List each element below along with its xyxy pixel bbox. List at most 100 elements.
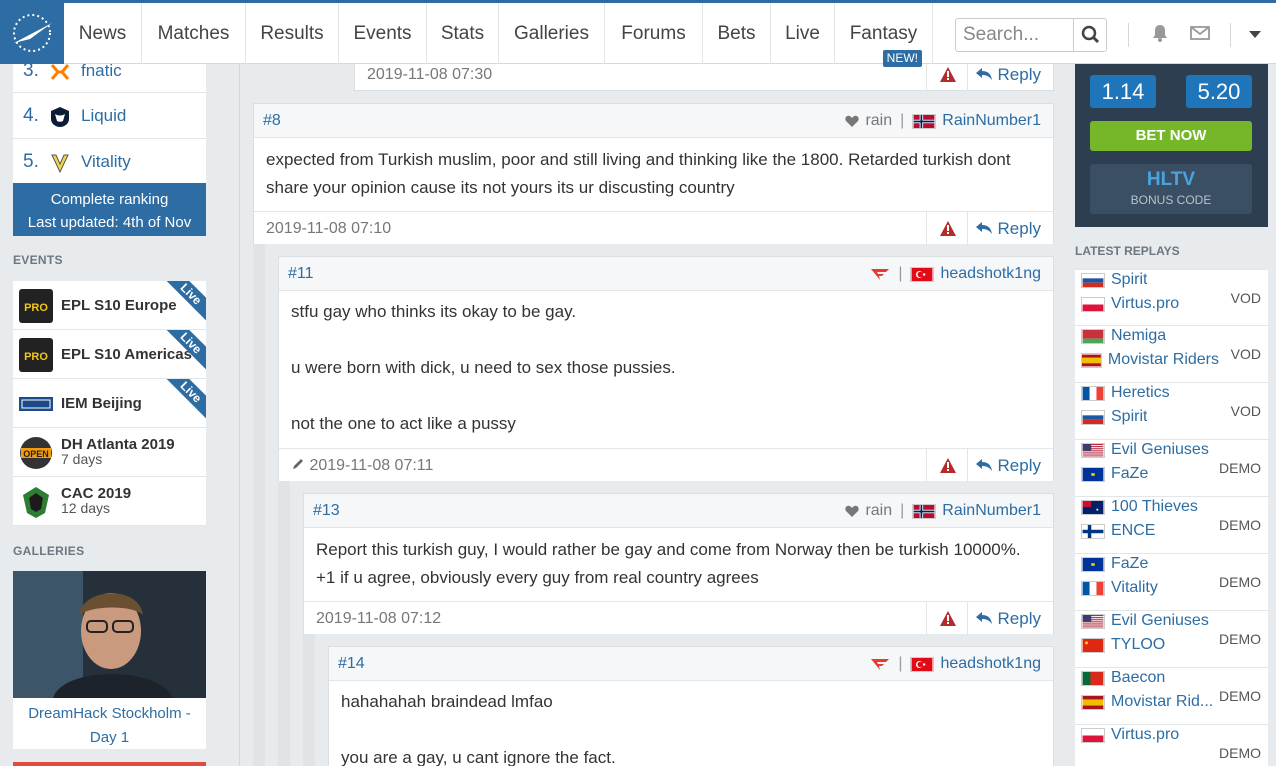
event-item[interactable]: OPEN DH Atlanta 2019 7 days	[13, 428, 206, 477]
ranking-updated: Last updated: 4th of Nov	[27, 214, 192, 231]
report-button[interactable]	[926, 602, 968, 635]
bell-icon[interactable]	[1150, 23, 1170, 43]
post-number[interactable]: #8	[263, 104, 281, 138]
post-number[interactable]: #13	[313, 494, 340, 528]
author-name[interactable]: RainNumber1	[942, 494, 1041, 528]
pl-flag-icon	[1081, 727, 1105, 743]
report-button[interactable]	[926, 449, 968, 482]
replay-item[interactable]: Baecon Movistar Rid... DEMO	[1075, 668, 1268, 725]
odds-team2[interactable]: 5.20	[1186, 75, 1252, 108]
ranking-row[interactable]: 4. Liquid	[13, 93, 206, 139]
nav-forums[interactable]: Forums	[605, 3, 703, 64]
post-number[interactable]: #14	[338, 647, 365, 681]
chevron-down-icon[interactable]	[1248, 30, 1262, 40]
post-date: 2019-11-08 07:10	[266, 220, 392, 237]
event-item[interactable]: IEM Beijing Live	[13, 379, 206, 428]
post-body-line: not the one to act like a pussy	[291, 414, 516, 433]
replay-item[interactable]: Spirit Virtus.pro VOD	[1075, 269, 1268, 326]
hltv-logo[interactable]	[0, 3, 64, 64]
replay-item[interactable]: Nemiga Movistar Riders VOD	[1075, 326, 1268, 383]
author-name[interactable]: headshotk1ng	[940, 647, 1041, 681]
ranking-row[interactable]: 5. Vitality	[13, 139, 206, 185]
complete-ranking-label: Complete ranking	[50, 191, 169, 208]
rank-number: 4.	[23, 105, 39, 126]
event-item[interactable]: PRO EPL S10 Americas Live	[13, 330, 206, 379]
events-section-title: EVENTS	[13, 253, 63, 267]
replay-item[interactable]: Virtus.pro DEMO	[1075, 725, 1268, 766]
bet-now-button[interactable]: BET NOW	[1090, 121, 1252, 151]
nav-stats[interactable]: Stats	[427, 3, 499, 64]
replay-item[interactable]: FaZe Vitality DEMO	[1075, 554, 1268, 611]
replay-team-name: Evil Geniuses	[1111, 612, 1209, 629]
nav-fantasy[interactable]: Fantasy NEW!	[835, 3, 933, 67]
separator: |	[900, 502, 905, 519]
odds-team1[interactable]: 1.14	[1090, 75, 1156, 108]
reply-icon	[975, 68, 992, 80]
bonus-label: BONUS CODE	[1130, 193, 1212, 207]
replay-team: Vitality	[1081, 578, 1158, 598]
betting-widget: 1.14 5.20 BET NOW HLTV BONUS CODE	[1075, 64, 1268, 227]
replay-team-name: Nemiga	[1111, 327, 1167, 344]
warning-icon	[940, 611, 956, 626]
search-button[interactable]	[1073, 19, 1106, 51]
search-box[interactable]: Search...	[955, 18, 1107, 52]
fnatic-logo-icon	[50, 64, 70, 80]
nav-events[interactable]: Events	[339, 3, 427, 64]
post-footer: 2019-11-08 07:11 Reply	[279, 448, 1053, 482]
replay-team-name: Virtus.pro	[1111, 295, 1180, 312]
replay-type: VOD	[1230, 403, 1261, 419]
post-header: #11 | headshotk1ng	[279, 257, 1053, 291]
nav-bets[interactable]: Bets	[703, 3, 771, 64]
report-button[interactable]	[926, 212, 968, 245]
gallery-card[interactable]: DreamHack Stockholm - Day 1	[13, 571, 206, 749]
separator: |	[900, 112, 905, 129]
replay-item[interactable]: Evil Geniuses TYLOO DEMO	[1075, 611, 1268, 668]
separator: |	[898, 655, 903, 672]
gallery-caption[interactable]: DreamHack Stockholm - Day 1	[13, 702, 206, 750]
complete-ranking-link[interactable]: Complete ranking Last updated: 4th of No…	[13, 183, 206, 236]
nav-live[interactable]: Live	[771, 3, 835, 64]
es-flag-icon	[1081, 694, 1105, 710]
svg-text:PRO: PRO	[24, 351, 48, 363]
replay-team: FaZe	[1081, 464, 1148, 484]
reply-button[interactable]: Reply	[975, 449, 1041, 482]
fan-of: rain	[865, 502, 893, 519]
liquid-logo-icon	[51, 107, 69, 127]
search-input[interactable]: Search...	[963, 19, 1039, 51]
replay-type: DEMO	[1219, 517, 1261, 533]
event-name: EPL S10 Europe	[61, 297, 177, 314]
warning-icon	[940, 458, 956, 473]
ru-flag-icon	[1081, 409, 1105, 425]
galleries-section-title: GALLERIES	[13, 544, 85, 558]
replay-item[interactable]: 100 Thieves ENCE DEMO	[1075, 497, 1268, 554]
iem-logo-icon	[19, 397, 53, 411]
bonus-code-button[interactable]: HLTV BONUS CODE	[1090, 164, 1252, 214]
nav-results[interactable]: Results	[246, 3, 339, 64]
replay-team-name: Heretics	[1111, 384, 1170, 401]
nav-news[interactable]: News	[64, 3, 142, 64]
svg-text:PRO: PRO	[24, 302, 48, 314]
reply-button[interactable]: Reply	[975, 602, 1041, 635]
event-name: EPL S10 Americas	[61, 346, 192, 363]
event-item[interactable]: PRO EPL S10 Europe Live	[13, 281, 206, 330]
replay-team: ENCE	[1081, 521, 1155, 541]
author-name[interactable]: RainNumber1	[942, 104, 1041, 138]
envelope-icon[interactable]	[1189, 23, 1211, 43]
eu-flag-icon	[1081, 556, 1105, 572]
replay-item[interactable]: Evil Geniuses FaZe DEMO	[1075, 440, 1268, 497]
replay-type: DEMO	[1219, 688, 1261, 704]
reply-icon	[975, 459, 992, 471]
nav-matches[interactable]: Matches	[142, 3, 246, 64]
post-number[interactable]: #11	[288, 257, 314, 291]
reply-button[interactable]: Reply	[975, 212, 1041, 245]
author-name[interactable]: headshotk1ng	[940, 257, 1041, 291]
event-item[interactable]: CAC 2019 12 days	[13, 477, 206, 526]
gallery-photo[interactable]	[13, 571, 206, 698]
replay-item[interactable]: Heretics Spirit VOD	[1075, 383, 1268, 440]
replays-section-title: LATEST REPLAYS	[1075, 244, 1180, 258]
post-date-text: 2019-11-08 07:11	[309, 457, 434, 474]
nav-fantasy-label: Fantasy	[849, 23, 918, 44]
replay-team: Heretics	[1081, 383, 1170, 403]
event-countdown: 12 days	[61, 500, 111, 516]
nav-galleries[interactable]: Galleries	[499, 3, 605, 64]
